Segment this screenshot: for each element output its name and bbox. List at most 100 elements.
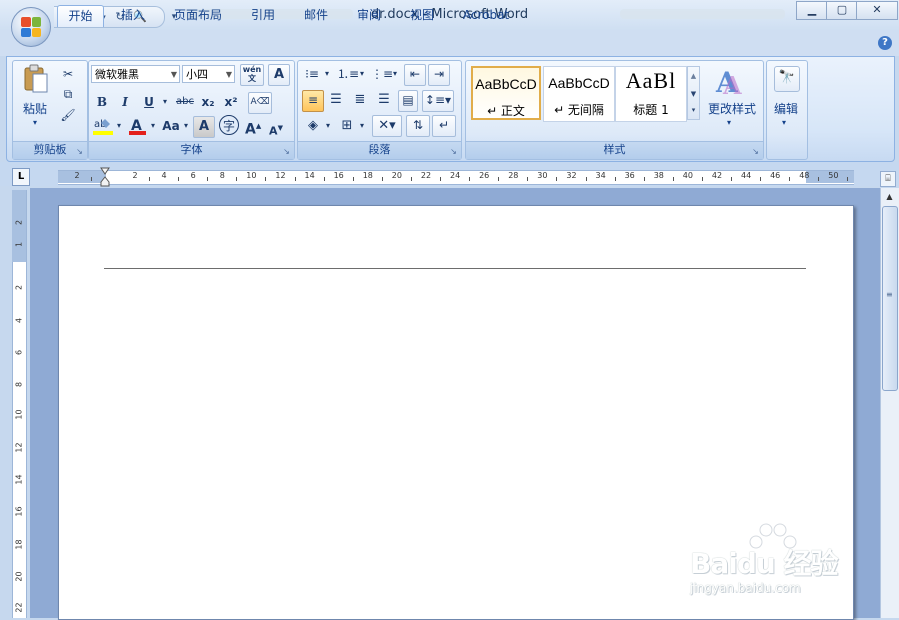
indent-marker-icon[interactable] bbox=[100, 167, 110, 187]
italic-button[interactable]: I bbox=[116, 92, 134, 112]
paste-icon[interactable] bbox=[22, 64, 50, 94]
change-case-button[interactable]: Aa bbox=[160, 116, 182, 136]
bullets-dropdown-icon[interactable]: ▾ bbox=[322, 64, 332, 84]
superscript-button[interactable]: x² bbox=[222, 92, 240, 112]
shading-icon[interactable]: ◈ bbox=[303, 116, 323, 136]
strikethrough-button[interactable]: abc bbox=[174, 92, 196, 112]
tab-acrobat[interactable]: Acrobat bbox=[458, 5, 514, 26]
ruler-number: 2 bbox=[74, 171, 80, 180]
help-icon[interactable]: ? bbox=[878, 36, 892, 50]
ruler-number: 30 bbox=[537, 171, 548, 180]
ruler-number: 18 bbox=[362, 171, 373, 180]
increase-indent-icon[interactable]: ⇥ bbox=[428, 64, 450, 86]
find-binoculars-icon[interactable]: 🔭 bbox=[774, 66, 800, 92]
clear-formatting-icon[interactable]: A⌫ bbox=[248, 92, 272, 114]
show-marks-icon[interactable]: ↵ bbox=[432, 115, 456, 137]
phonetic-guide-button[interactable]: wén 文 bbox=[240, 64, 264, 86]
underline-dropdown-icon[interactable]: ▾ bbox=[160, 92, 170, 112]
vertical-ruler-number: 8 bbox=[14, 381, 24, 388]
ruler-tick bbox=[498, 177, 500, 181]
justify-icon[interactable]: ☰ bbox=[374, 90, 394, 110]
editing-label[interactable]: 编辑 bbox=[772, 100, 800, 117]
sort-icon[interactable]: ⇅ bbox=[406, 115, 430, 137]
clipboard-launcher-icon[interactable]: ↘ bbox=[75, 147, 84, 156]
subscript-button[interactable]: x₂ bbox=[199, 92, 217, 112]
font-color-dropdown-icon[interactable]: ▾ bbox=[148, 116, 158, 136]
underline-button[interactable]: U bbox=[140, 92, 158, 112]
enclose-characters-button[interactable]: 字 bbox=[219, 115, 239, 135]
styles-gallery-scroll: ▲ ▼ ▾ bbox=[687, 66, 700, 120]
ruler-number: 24 bbox=[450, 171, 461, 180]
borders-dropdown-icon[interactable]: ▾ bbox=[357, 116, 367, 136]
scroll-up-icon[interactable]: ▲ bbox=[881, 190, 898, 204]
bullets-icon[interactable]: ⁝≡ bbox=[302, 64, 322, 84]
tab-review[interactable]: 审阅 bbox=[349, 5, 389, 26]
paste-dropdown-icon[interactable]: ▾ bbox=[33, 118, 37, 127]
ruler-tick bbox=[323, 177, 325, 181]
tab-home[interactable]: 开始 bbox=[57, 5, 104, 27]
numbering-icon[interactable]: ⒈≡ bbox=[337, 64, 359, 84]
multilevel-dropdown-icon[interactable]: ▾ bbox=[391, 64, 399, 84]
align-right-icon[interactable]: ≣ bbox=[350, 90, 370, 110]
character-shading-button[interactable]: A bbox=[193, 116, 215, 138]
shading-dropdown-icon[interactable]: ▾ bbox=[323, 116, 333, 136]
change-styles-label[interactable]: 更改样式 bbox=[706, 100, 758, 117]
grow-font-button[interactable]: A▲ bbox=[245, 116, 261, 138]
style-heading-1[interactable]: AaBl 标题 1 bbox=[615, 66, 687, 122]
font-launcher-icon[interactable]: ↘ bbox=[282, 147, 291, 156]
view-ruler-icon[interactable]: ⌸ bbox=[880, 171, 896, 187]
font-size-dropdown-icon[interactable]: ▼ bbox=[226, 66, 232, 84]
font-name-dropdown-icon[interactable]: ▼ bbox=[171, 66, 177, 84]
style-no-spacing-name: ↵ 无间隔 bbox=[554, 103, 604, 117]
tab-page-layout[interactable]: 页面布局 bbox=[168, 5, 228, 26]
style-no-spacing[interactable]: AaBbCcD ↵ 无间隔 bbox=[543, 66, 615, 122]
distributed-icon[interactable]: ▤ bbox=[398, 90, 418, 112]
styles-more-icon[interactable]: ▾ bbox=[688, 103, 699, 117]
font-name-combo[interactable]: 微软雅黑 ▼ bbox=[91, 65, 180, 83]
change-styles-dropdown-icon[interactable]: ▾ bbox=[727, 118, 731, 127]
font-size-value: 小四 bbox=[186, 68, 208, 81]
vertical-ruler-number: 20 bbox=[14, 571, 24, 582]
change-styles-icon[interactable]: A A bbox=[713, 64, 747, 100]
change-case-dropdown-icon[interactable]: ▾ bbox=[182, 116, 190, 136]
editing-dropdown-icon[interactable]: ▾ bbox=[782, 118, 786, 127]
text-highlight-icon[interactable]: ab bbox=[92, 116, 114, 136]
office-button[interactable] bbox=[11, 7, 51, 47]
maximize-button[interactable]: ▢ bbox=[826, 1, 858, 20]
styles-launcher-icon[interactable]: ↘ bbox=[751, 147, 760, 156]
paragraph-launcher-icon[interactable]: ↘ bbox=[449, 147, 458, 156]
chinese-layout-icon[interactable]: ✕▾ bbox=[372, 115, 402, 137]
style-normal-sample: AaBbCcD bbox=[475, 76, 537, 92]
numbering-dropdown-icon[interactable]: ▾ bbox=[357, 64, 367, 84]
align-left-icon[interactable]: ≡ bbox=[302, 90, 324, 112]
cut-icon[interactable]: ✂ bbox=[60, 64, 76, 84]
copy-icon[interactable]: ⧉ bbox=[60, 84, 76, 104]
tab-view[interactable]: 视图 bbox=[402, 5, 442, 26]
tab-references[interactable]: 引用 bbox=[243, 5, 283, 26]
line-spacing-icon[interactable]: ↕≡▾ bbox=[422, 90, 454, 112]
char-border-button[interactable]: A bbox=[268, 64, 290, 86]
ruler-number: 40 bbox=[682, 171, 693, 180]
shrink-font-button[interactable]: A▼ bbox=[268, 118, 284, 138]
styles-scroll-up-icon[interactable]: ▲ bbox=[688, 67, 699, 85]
tab-selector-button[interactable]: L bbox=[12, 168, 30, 186]
decrease-indent-icon[interactable]: ⇤ bbox=[404, 64, 426, 86]
align-center-icon[interactable]: ☰ bbox=[326, 90, 346, 110]
format-painter-icon[interactable]: 🖌 bbox=[60, 105, 76, 125]
multilevel-list-icon[interactable]: ⋮≡ bbox=[371, 64, 393, 84]
bold-button[interactable]: B bbox=[93, 92, 111, 112]
tab-mailings[interactable]: 邮件 bbox=[296, 5, 336, 26]
font-color-icon[interactable]: A bbox=[128, 116, 148, 136]
highlight-dropdown-icon[interactable]: ▾ bbox=[114, 116, 124, 136]
minimize-button[interactable]: ▁ bbox=[796, 1, 828, 20]
tab-insert[interactable]: 插入 bbox=[111, 5, 155, 26]
styles-scroll-down-icon[interactable]: ▼ bbox=[688, 85, 699, 103]
paste-label[interactable]: 粘贴 bbox=[23, 100, 47, 117]
close-button[interactable]: ✕ bbox=[856, 1, 898, 20]
style-normal[interactable]: AaBbCcD ↵ 正文 bbox=[471, 66, 541, 120]
borders-icon[interactable]: ⊞ bbox=[337, 116, 357, 136]
font-size-combo[interactable]: 小四 ▼ bbox=[182, 65, 235, 83]
ruler-tick bbox=[585, 177, 587, 181]
group-editing-footer bbox=[767, 142, 807, 159]
style-heading-1-sample: AaBl bbox=[625, 68, 677, 93]
